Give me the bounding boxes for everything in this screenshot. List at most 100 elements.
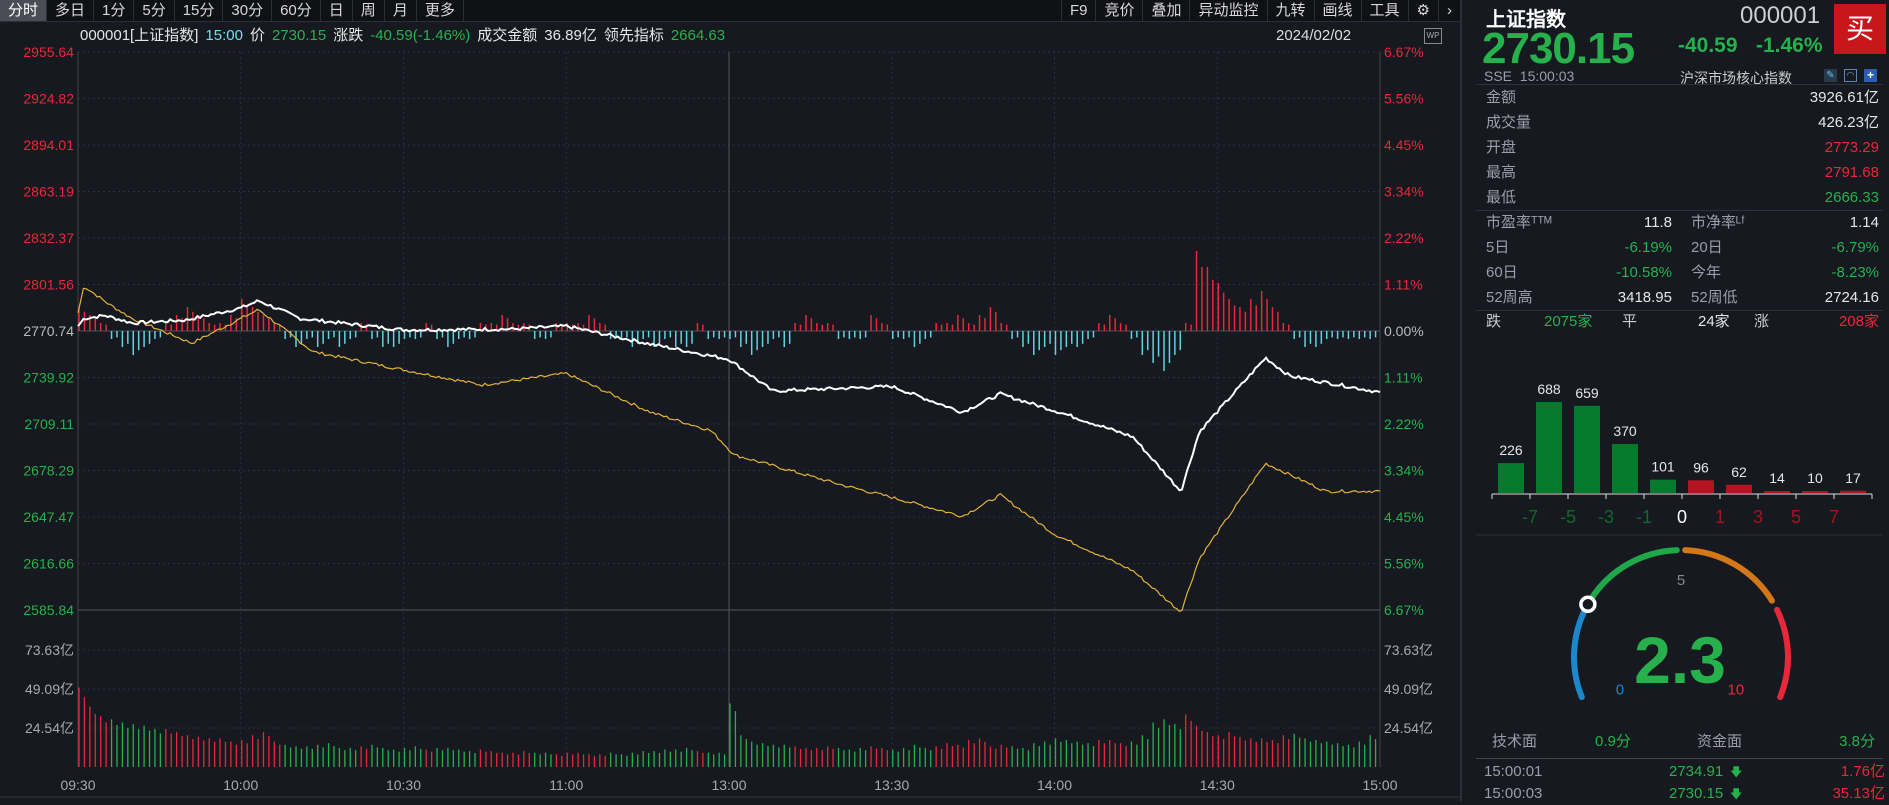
tick-row: 15:00:03 2730.15 🡇 35.13亿 — [1484, 783, 1885, 805]
volume-tick-right: 73.63亿 — [1384, 642, 1433, 658]
stat-value: -8.23% — [1831, 264, 1879, 281]
index-code: 000001 — [1740, 2, 1821, 29]
down-arrow-icon: 🡇 — [1730, 765, 1743, 779]
distribution-value: 96 — [1693, 459, 1709, 475]
stat-row: 最高 2791.68 — [1486, 162, 1879, 184]
stat-row: 最低 2666.33 — [1486, 187, 1879, 209]
distribution-value: 62 — [1731, 464, 1747, 480]
stat-row: 成交量 426.23亿 — [1486, 112, 1879, 134]
price-tick: 2616.66 — [23, 556, 74, 572]
stat-pair: 52周低 2724.16 — [1691, 287, 1879, 309]
score-row: 技术面 0.9分 资金面 3.8分 — [1492, 731, 1875, 753]
fund-score: 3.8分 — [1839, 733, 1875, 750]
price-tick: 2647.47 — [23, 509, 74, 525]
distribution-value: 14 — [1769, 470, 1785, 486]
distribution-bar — [1612, 444, 1638, 493]
stat-label: 20日 — [1691, 239, 1723, 256]
stat-value: 2666.33 — [1824, 189, 1879, 206]
intraday-chart[interactable]: 2955.64 6.67% 2924.82 5.56% 2894.01 4.45% 2863… — [0, 0, 1460, 801]
distribution-bar — [1726, 484, 1752, 493]
stat-label: 开盘 — [1486, 139, 1517, 156]
stat-value: 426.23亿 — [1818, 114, 1879, 131]
stat-pair: 52周高 3418.95 — [1486, 287, 1672, 309]
stat-value: -10.58% — [1616, 264, 1672, 281]
down-label: 跌 — [1486, 313, 1502, 330]
distribution-bar — [1802, 491, 1828, 493]
pct-tick: 6.67% — [1384, 44, 1424, 60]
price-tick: 2739.92 — [23, 370, 74, 386]
distribution-and-gauge: 226688 659370101 96 62 14 10 17-7 -5 -3 -1 0 1 3 5 705… — [1476, 381, 1882, 701]
price-tick: 2678.29 — [23, 463, 74, 479]
time-tick: 13:30 — [874, 777, 909, 793]
pct-tick: 0.00% — [1384, 323, 1424, 339]
distribution-bar — [1498, 463, 1524, 493]
fund-label: 资金面 — [1697, 733, 1743, 750]
time-tick: 14:00 — [1037, 777, 1072, 793]
quote-panel: 上证指数 000001 买 2730.15 -40.59 -1.46% SSE … — [1460, 0, 1889, 802]
pct-tick: 4.45% — [1384, 509, 1424, 525]
price-tick: 2832.37 — [23, 230, 74, 246]
volume-tick: 49.09亿 — [25, 681, 74, 697]
pct-tick: 5.56% — [1384, 556, 1424, 572]
pct-tick: 1.11% — [1384, 277, 1423, 293]
price-tick: 2770.74 — [23, 323, 74, 339]
distribution-value: 226 — [1499, 442, 1523, 458]
distribution-label: 0 — [1677, 507, 1687, 527]
pct-tick: 1.11% — [1384, 370, 1423, 386]
distribution-bar — [1840, 490, 1866, 493]
time-tick: 09:30 — [60, 777, 95, 793]
time-tick: 11:00 — [549, 777, 583, 793]
exchange-time: SSE 15:00:03 — [1484, 68, 1575, 84]
tech-label: 技术面 — [1492, 733, 1538, 750]
stat-label: 最高 — [1486, 164, 1517, 181]
stat-label: 金额 — [1486, 89, 1517, 106]
time-tick: 15:00 — [1362, 777, 1397, 793]
tick-price: 2734.91 — [1669, 763, 1724, 780]
stat-row: 金额 3926.61亿 — [1486, 87, 1879, 109]
index-pct: -1.46% — [1756, 34, 1823, 57]
add-watchlist-icon[interactable]: + — [1864, 69, 1877, 82]
distribution-value: 17 — [1845, 470, 1861, 486]
buy-button[interactable]: 买 — [1834, 4, 1886, 54]
distribution-label: -3 — [1598, 507, 1614, 527]
stat-value: -6.79% — [1831, 239, 1879, 256]
distribution-label: 1 — [1715, 507, 1725, 527]
gauge-value: 2.3 — [1634, 623, 1726, 697]
volume-tick: 24.54亿 — [25, 720, 74, 736]
distribution-label: 3 — [1753, 507, 1763, 527]
index-group: 沪深市场核心指数 — [1680, 70, 1792, 86]
pct-tick: 5.56% — [1384, 91, 1424, 107]
pct-tick: 2.22% — [1384, 230, 1424, 246]
price-tick: 2709.11 — [24, 416, 74, 432]
pct-tick: 4.45% — [1384, 137, 1424, 153]
tick-time: 15:00:03 — [1484, 785, 1543, 802]
tick-price: 2730.15 — [1669, 785, 1724, 802]
tick-row: 15:00:01 2734.91 🡇 1.76亿 — [1484, 761, 1885, 783]
edit-icon[interactable]: ✎ — [1824, 69, 1837, 82]
distribution-value: 10 — [1807, 470, 1823, 486]
gauge-mid: 5 — [1677, 572, 1685, 589]
stat-value: 2791.68 — [1824, 164, 1879, 181]
distribution-label: 5 — [1791, 507, 1801, 527]
stat-label: 最低 — [1486, 189, 1517, 206]
stat-label: 52周高 — [1486, 289, 1533, 306]
pct-tick: 3.34% — [1384, 463, 1424, 479]
stat-row: 开盘 2773.29 — [1486, 137, 1879, 159]
time-tick: 10:00 — [223, 777, 258, 793]
stat-pair: 市盈率ᵀᵀᴹ 11.8 — [1486, 212, 1672, 234]
distribution-label: -1 — [1636, 507, 1652, 527]
gauge-arc-orange — [1682, 547, 1775, 604]
distribution-value: 101 — [1651, 459, 1675, 475]
stat-label: 今年 — [1691, 264, 1722, 281]
time-tick: 13:00 — [711, 777, 746, 793]
stat-value: 3926.61亿 — [1809, 89, 1879, 106]
alert-bell-icon[interactable]: ◠ — [1844, 69, 1857, 82]
stat-value: 3418.95 — [1617, 289, 1672, 306]
distribution-value: 370 — [1613, 423, 1637, 439]
volume-tick: 73.63亿 — [25, 642, 74, 658]
distribution-bar — [1688, 480, 1714, 493]
distribution-value: 688 — [1537, 381, 1561, 397]
distribution-bar — [1536, 402, 1562, 493]
distribution-label: 7 — [1829, 507, 1839, 527]
volume-tick-right: 24.54亿 — [1384, 720, 1433, 736]
